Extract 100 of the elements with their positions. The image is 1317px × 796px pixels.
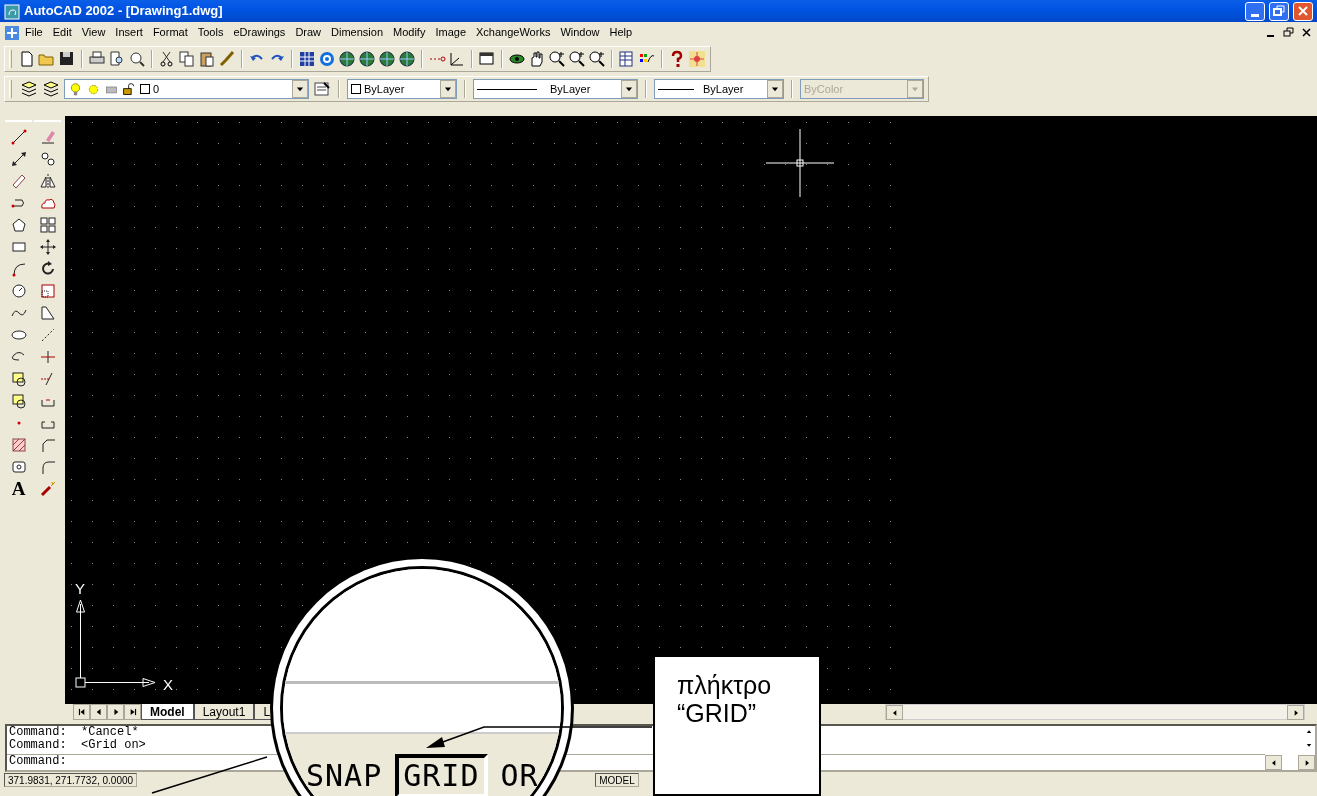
color-value: ByLayer xyxy=(364,81,405,97)
linetype-dropdown[interactable]: ByLayer xyxy=(473,79,638,99)
model-space-toggle[interactable]: MODEL xyxy=(595,773,639,787)
menu-item[interactable]: Image xyxy=(430,23,471,41)
lineweight-sample xyxy=(658,88,694,90)
restore-button[interactable] xyxy=(1269,1,1289,21)
layout-tab[interactable]: Model xyxy=(141,704,194,720)
globe-icon[interactable] xyxy=(358,50,376,68)
window-title: AutoCAD 2002 - [Drawing1.dwg] xyxy=(24,2,223,21)
caret-left-button[interactable] xyxy=(90,704,107,720)
app-icon xyxy=(4,1,20,21)
menu-item[interactable]: Tools xyxy=(192,23,229,41)
layer-properties-icon[interactable] xyxy=(313,80,331,98)
zoom-icon[interactable] xyxy=(568,50,586,68)
pentagon-icon[interactable] xyxy=(9,216,28,234)
magnifier-icon[interactable] xyxy=(128,50,146,68)
explode-icon[interactable] xyxy=(38,480,57,498)
zoom-icon[interactable] xyxy=(588,50,606,68)
copy-shapes-icon[interactable] xyxy=(38,150,57,168)
command-history-line: Command: <Grid on> xyxy=(8,739,146,752)
scroll-left-button[interactable] xyxy=(886,705,903,720)
color-swatch xyxy=(140,84,150,94)
menu-item[interactable]: Draw xyxy=(290,23,327,41)
layer-dropdown[interactable]: 0 xyxy=(64,79,309,99)
menu-item[interactable]: Window xyxy=(555,23,605,41)
restore-button[interactable] xyxy=(1281,25,1295,39)
restore-icon xyxy=(1271,3,1287,19)
lineweight-dropdown[interactable]: ByLayer xyxy=(654,79,784,99)
layers-icon[interactable] xyxy=(20,80,38,98)
angle-icon[interactable] xyxy=(448,50,466,68)
lineweight-value: ByLayer xyxy=(703,81,744,97)
color-dropdown[interactable]: ByLayer xyxy=(347,79,457,99)
region-icon[interactable] xyxy=(9,458,28,476)
scroll-right-button[interactable] xyxy=(1298,755,1315,770)
block-icon[interactable] xyxy=(9,370,28,388)
page-magnifier-icon[interactable] xyxy=(108,50,126,68)
stretch-icon[interactable] xyxy=(38,304,57,322)
hand-icon[interactable] xyxy=(528,50,546,68)
document-icon[interactable] xyxy=(4,23,20,41)
line-icon[interactable] xyxy=(9,128,28,146)
window-icon[interactable] xyxy=(478,50,496,68)
first-page-button[interactable] xyxy=(73,704,90,720)
menu-item[interactable]: Format xyxy=(147,23,193,41)
magnified-toggle[interactable]: GRID xyxy=(395,754,488,796)
block-icon[interactable] xyxy=(9,392,28,410)
grid-icon[interactable] xyxy=(298,50,316,68)
menu-item[interactable]: XchangeWorks xyxy=(471,23,556,41)
minimize-icon xyxy=(1266,35,1274,37)
menu-item[interactable]: Edit xyxy=(47,23,77,41)
sun-icon[interactable] xyxy=(688,50,706,68)
close-button[interactable] xyxy=(1299,25,1313,39)
hatch-icon[interactable] xyxy=(9,436,28,454)
small-circle-icon[interactable] xyxy=(9,282,28,300)
menu-item[interactable]: View xyxy=(76,23,111,41)
new-file-icon[interactable] xyxy=(18,50,36,68)
scale-icon[interactable] xyxy=(38,282,57,300)
coordinates-readout: 371.9831, 271.7732, 0.0000 xyxy=(4,773,138,787)
layout-tab[interactable]: Layout1 xyxy=(193,704,255,720)
dropdown-button[interactable] xyxy=(292,80,308,98)
menu-item[interactable]: eDrawings xyxy=(228,23,291,41)
crosshair-cursor xyxy=(766,129,834,197)
scissors-icon[interactable] xyxy=(158,50,176,68)
mirror-icon[interactable] xyxy=(38,172,57,190)
dropdown-button[interactable] xyxy=(440,80,456,98)
linetype-value: ByLayer xyxy=(550,81,591,97)
double-arrow-icon[interactable] xyxy=(9,150,28,168)
circle-icon[interactable] xyxy=(318,50,336,68)
trim-icon[interactable] xyxy=(38,348,57,366)
dropdown-button[interactable] xyxy=(767,80,783,98)
callout-label: πλήκτρο “GRID” xyxy=(653,655,821,796)
menu-item[interactable]: File xyxy=(20,23,48,41)
globe-icon[interactable] xyxy=(398,50,416,68)
copy-icon[interactable] xyxy=(178,50,196,68)
menu-item[interactable]: Insert xyxy=(110,23,148,41)
zoom-icon[interactable] xyxy=(548,50,566,68)
padlock-icon xyxy=(122,81,137,97)
layers-icon[interactable] xyxy=(42,80,60,98)
menu-item[interactable]: Modify xyxy=(388,23,431,41)
globe-icon[interactable] xyxy=(378,50,396,68)
globe-icon[interactable] xyxy=(338,50,356,68)
menu-item[interactable]: Dimension xyxy=(326,23,388,41)
plot-style-value: ByColor xyxy=(804,81,844,97)
brush-icon[interactable] xyxy=(218,50,236,68)
clipboard-icon[interactable] xyxy=(198,50,216,68)
command-history-line: Command: *Cancel* xyxy=(8,726,139,739)
caret-right-button[interactable] xyxy=(107,704,124,720)
move-icon[interactable] xyxy=(38,238,57,256)
table-icon[interactable] xyxy=(618,50,636,68)
text-tool-button[interactable]: A xyxy=(11,480,26,498)
scroll-right-button[interactable] xyxy=(1287,705,1304,720)
horizontal-scrollbar[interactable] xyxy=(885,704,1305,720)
array-icon[interactable] xyxy=(38,216,57,234)
scroll-left-button[interactable] xyxy=(1265,755,1282,770)
bulb-icon xyxy=(68,81,83,97)
color-swatch xyxy=(351,84,361,94)
command-horizontal-scrollbar[interactable] xyxy=(1265,755,1315,770)
restore-icon xyxy=(1282,26,1294,38)
dropdown-button[interactable] xyxy=(621,80,637,98)
menu-item[interactable]: Help xyxy=(604,23,638,41)
last-page-button[interactable] xyxy=(124,704,141,720)
